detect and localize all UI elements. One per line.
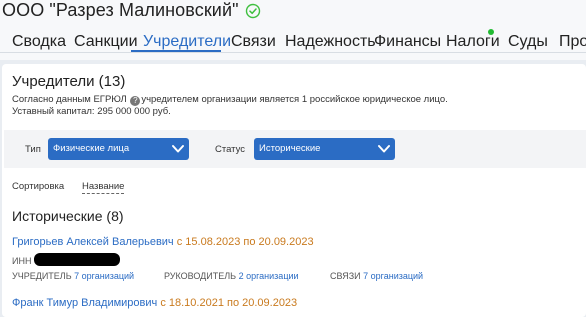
- links-meta: СВЯЗИ 7 организаций: [330, 271, 423, 281]
- section-title: Учредители (13): [12, 73, 126, 90]
- person-entry: Франк Тимур Владимирович с 18.10.2021 по…: [12, 297, 297, 309]
- links-label: СВЯЗИ: [330, 271, 361, 281]
- person-name-link[interactable]: Франк Тимур Владимирович: [12, 297, 157, 309]
- company-title-row: ООО "Разрез Малиновский": [2, 0, 261, 21]
- sort-label: Сортировка: [12, 181, 65, 192]
- description-start: Согласно данным ЕГРЮЛ: [12, 94, 130, 105]
- inn-label: ИНН: [12, 256, 32, 266]
- type-filter-label: Тип: [25, 144, 41, 155]
- historical-group-title: Исторические (8): [12, 208, 124, 224]
- person-entry: Григорьев Алексей Валерьевич с 15.08.202…: [12, 236, 314, 248]
- tab-sanctions[interactable]: Санкции: [74, 33, 138, 51]
- section-description: Согласно данным ЕГРЮЛ ? учредителем орган…: [12, 94, 448, 106]
- taxes-notification-dot: [488, 29, 494, 35]
- director-orgs-link[interactable]: 2 организации: [239, 271, 299, 281]
- status-filter-label: Статус: [215, 144, 246, 155]
- tab-taxes[interactable]: Налоги: [446, 33, 500, 51]
- tab-founders[interactable]: Учредители: [143, 33, 231, 51]
- tab-reliability[interactable]: Надежность: [285, 33, 376, 51]
- company-header: ООО "Разрез Малиновский" Сводка Санкции …: [0, 0, 586, 60]
- verified-check-icon: [245, 3, 260, 18]
- type-select[interactable]: Физические лица: [48, 138, 189, 160]
- person-dates: с 18.10.2021 по 20.09.2023: [157, 297, 298, 309]
- founder-orgs-link[interactable]: 7 организаций: [74, 271, 134, 281]
- authorized-capital: Уставный капитал: 295 000 000 руб.: [12, 106, 171, 117]
- chevron-down-icon: [378, 145, 390, 153]
- tab-summary[interactable]: Сводка: [12, 33, 66, 51]
- tab-connections[interactable]: Связи: [231, 33, 276, 51]
- person-dates: с 15.08.2023 по 20.09.2023: [173, 236, 314, 248]
- tab-courts[interactable]: Суды: [508, 33, 548, 51]
- founders-card: Учредители (13) Согласно данным ЕГРЮЛ ? у…: [2, 64, 586, 317]
- links-orgs-link[interactable]: 7 организаций: [363, 271, 423, 281]
- chevron-down-icon: [172, 145, 184, 153]
- inn-redaction: [34, 253, 120, 266]
- founder-label: УЧРЕДИТЕЛЬ: [12, 271, 72, 281]
- person-name-link[interactable]: Григорьев Алексей Валерьевич: [12, 236, 174, 248]
- type-select-value: Физические лица: [53, 143, 130, 154]
- description-end: учредителем организации является 1 росси…: [141, 94, 448, 105]
- status-select[interactable]: Исторические: [254, 138, 395, 160]
- header-divider: [0, 52, 586, 53]
- status-select-value: Исторические: [259, 143, 321, 154]
- tab-inspections[interactable]: Пров: [559, 33, 586, 51]
- sort-by-name-link[interactable]: Название: [82, 181, 125, 194]
- company-name: ООО "Разрез Малиновский": [2, 0, 239, 20]
- help-icon[interactable]: ?: [130, 96, 141, 106]
- tab-finances[interactable]: Финансы: [374, 33, 441, 51]
- director-label: РУКОВОДИТЕЛЬ: [164, 271, 237, 281]
- director-meta: РУКОВОДИТЕЛЬ 2 организации: [164, 271, 299, 281]
- filters-bar: Тип Физические лица Статус Исторические: [4, 130, 586, 168]
- founder-meta: УЧРЕДИТЕЛЬ 7 организаций: [12, 271, 134, 281]
